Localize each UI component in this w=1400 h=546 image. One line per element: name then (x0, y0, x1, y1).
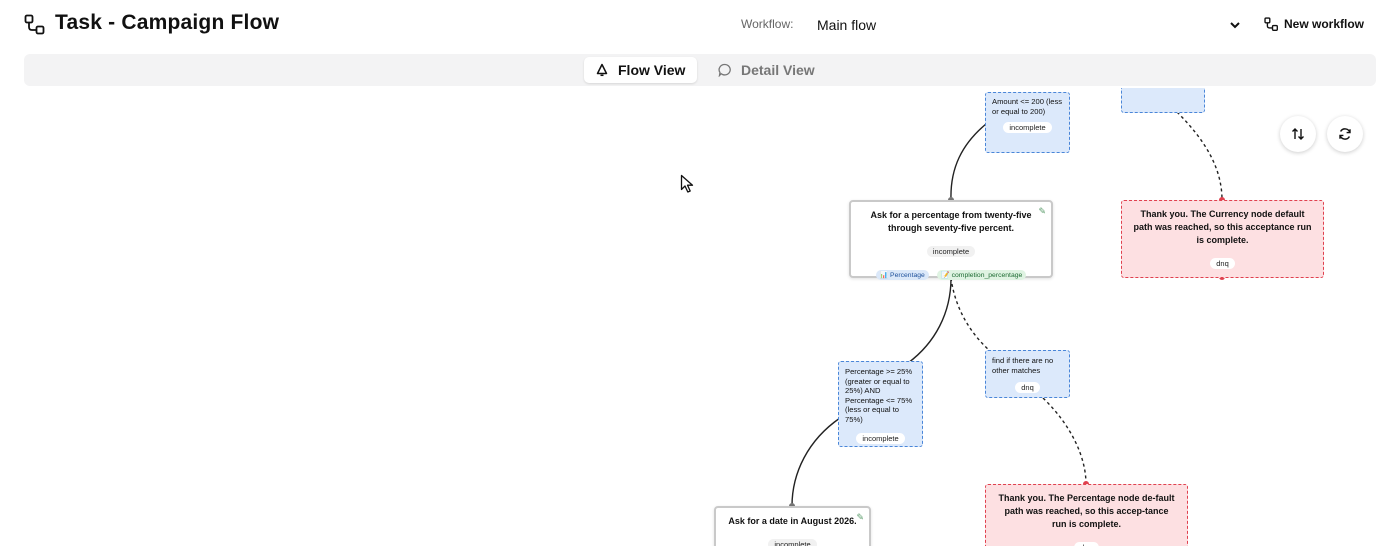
condition-node-no-match[interactable]: find if there are no other matches dnq (985, 350, 1070, 398)
task-text: Ask for a date in August 2026. (728, 516, 857, 526)
variable-tag: 📊 Percentage (875, 270, 929, 280)
chat-bubble-icon (718, 63, 731, 77)
workflow-select-value: Main flow (817, 17, 877, 33)
flow-canvas[interactable]: Amount <= 200 (less or equal to 200) inc… (0, 88, 1400, 546)
mouse-cursor-icon (680, 174, 694, 193)
header: Task - Campaign Flow Workflow: Main flow… (0, 0, 1400, 50)
task-text: Ask for a percentage from twenty-five th… (870, 210, 1032, 233)
task-node-date[interactable]: ✎ Ask for a date in August 2026. incompl… (714, 506, 871, 546)
workflow-label: Workflow: (741, 17, 794, 31)
field-tag: 📝 completion_percentage (937, 270, 1027, 280)
edge-percentage-to-range (907, 277, 952, 364)
view-tabs: Flow View Detail View (24, 54, 1376, 86)
swap-layout-button[interactable] (1280, 116, 1316, 152)
status-badge: dnq (1074, 542, 1099, 546)
workflow-select[interactable]: Main flow (808, 10, 1248, 40)
edge-amount-to-percentage (950, 123, 987, 201)
end-text: Thank you. The Currency node default pat… (1133, 209, 1312, 245)
field-tag-label: completion_percentage (951, 272, 1023, 279)
end-node-currency[interactable]: Thank you. The Currency node default pat… (1121, 200, 1324, 278)
refresh-button[interactable] (1327, 116, 1363, 152)
tab-flow-view[interactable]: Flow View (584, 57, 697, 83)
condition-text: Amount <= 200 (less or equal to 200) (992, 97, 1063, 116)
edge-default-to-currency-end (1176, 111, 1223, 201)
tab-detail-view[interactable]: Detail View (707, 57, 819, 83)
tab-detail-view-label: Detail View (741, 62, 815, 78)
workflow-icon (1264, 17, 1278, 31)
new-workflow-button[interactable]: New workflow (1258, 10, 1378, 38)
condition-text: find if there are no other matches (992, 356, 1054, 375)
bell-icon (596, 63, 608, 77)
task-node-percentage[interactable]: ✎ Ask for a percentage from twenty-five … (849, 200, 1053, 280)
refresh-icon (1339, 128, 1351, 140)
edge-range-to-date (791, 417, 841, 507)
condition-node[interactable] (1121, 88, 1205, 113)
chevron-down-icon (1230, 22, 1240, 29)
status-badge: incomplete (768, 539, 817, 546)
flow-edges (789, 111, 1225, 509)
condition-node-amount[interactable]: Amount <= 200 (less or equal to 200) inc… (985, 92, 1070, 153)
page-title: Task - Campaign Flow (55, 11, 280, 34)
status-badge: incomplete (926, 246, 976, 257)
edge-percentage-to-nomatch (950, 277, 991, 352)
condition-node-percentage-range[interactable]: Percentage >= 25% (greater or equal to 2… (838, 361, 923, 447)
status-badge: dnq (1210, 258, 1235, 269)
swap-vertical-icon (1292, 128, 1304, 140)
end-text: Thank you. The Percentage node de-fault … (998, 493, 1175, 529)
status-badge: dnq (1015, 382, 1040, 394)
edit-pencil-icon[interactable]: ✎ (856, 512, 864, 523)
status-badge: incomplete (856, 432, 905, 444)
end-node-percentage[interactable]: Thank you. The Percentage node de-fault … (985, 484, 1188, 546)
status-badge: incomplete (1003, 122, 1052, 134)
edit-pencil-icon[interactable]: ✎ (1038, 206, 1046, 217)
workflow-icon (24, 14, 45, 35)
new-workflow-label: New workflow (1284, 17, 1365, 31)
edge-nomatch-to-percentage-end (1042, 397, 1087, 485)
variable-tag-label: Percentage (890, 272, 925, 279)
tab-flow-view-label: Flow View (618, 62, 686, 78)
condition-text: Percentage >= 25% (greater or equal to 2… (845, 367, 913, 424)
